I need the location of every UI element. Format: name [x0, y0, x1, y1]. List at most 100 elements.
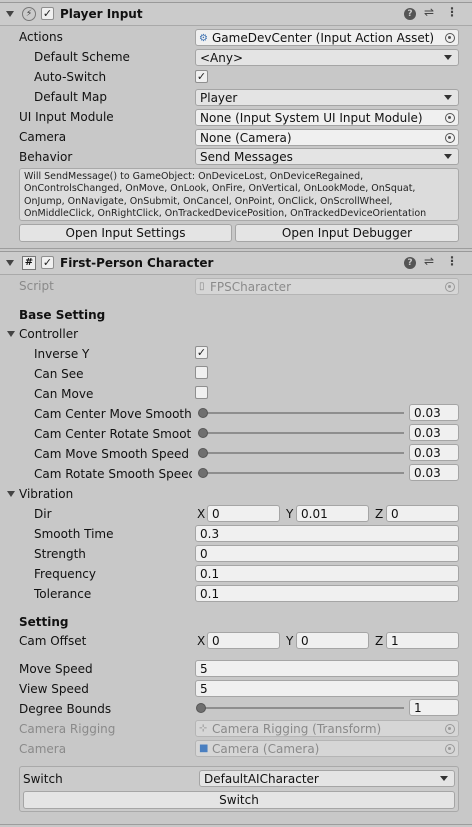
- dir-label: Dir: [34, 507, 52, 521]
- move-speed-label: Move Speed: [19, 662, 93, 676]
- tolerance-label: Tolerance: [34, 587, 92, 601]
- tolerance-field[interactable]: 0.1: [195, 585, 459, 602]
- chevron-down-icon: [444, 95, 452, 100]
- strength-field[interactable]: 0: [195, 545, 459, 562]
- slider-thumb[interactable]: [198, 468, 208, 478]
- switch-panel: Switch DefaultAICharacter Switch: [19, 766, 459, 812]
- switch-value: DefaultAICharacter: [204, 772, 319, 786]
- slider-value-field[interactable]: 0.03: [409, 444, 459, 461]
- degree-bounds-slider-track[interactable]: [199, 707, 404, 709]
- slider-value-field[interactable]: 0.03: [409, 464, 459, 481]
- script-label: Script: [19, 279, 54, 293]
- camera-field[interactable]: None (Camera): [195, 129, 459, 146]
- slider-track[interactable]: [203, 432, 404, 434]
- frequency-label: Frequency: [34, 567, 96, 581]
- slider-track[interactable]: [203, 452, 404, 454]
- send-message-help-box: Will SendMessage() to GameObject: OnDevi…: [19, 168, 459, 221]
- slider-track[interactable]: [203, 412, 404, 414]
- camera-label: Camera: [19, 130, 67, 144]
- behavior-value: Send Messages: [200, 150, 293, 164]
- dir-z-field[interactable]: 0: [386, 505, 459, 522]
- kebab-menu-icon[interactable]: ⋮: [446, 6, 458, 18]
- default-scheme-value: <Any>: [200, 51, 244, 65]
- base-setting-heading: Base Setting: [19, 308, 106, 322]
- player-input-header[interactable]: ⚡ ✓ Player Input ? ⇌ ⋮: [0, 2, 472, 26]
- smooth-time-label: Smooth Time: [34, 527, 114, 541]
- default-scheme-dropdown[interactable]: <Any>: [195, 49, 459, 66]
- sliders-icon[interactable]: ⇌: [424, 255, 434, 267]
- open-input-debugger-button[interactable]: Open Input Debugger: [235, 224, 459, 242]
- foldout-arrow-icon[interactable]: [7, 491, 15, 497]
- cam-offset-label: Cam Offset: [19, 634, 87, 648]
- ui-input-module-field[interactable]: None (Input System UI Input Module): [195, 109, 459, 126]
- cam-offset-z-field[interactable]: 1: [386, 632, 459, 649]
- lightning-icon: ⚡: [22, 7, 36, 21]
- ui-input-module-value: None (Input System UI Input Module): [200, 111, 423, 125]
- player-input-enabled-checkbox[interactable]: ✓: [41, 7, 54, 20]
- dir-y-field[interactable]: 0.01: [296, 505, 369, 522]
- help-icon[interactable]: ?: [404, 257, 416, 269]
- degree-bounds-slider-thumb[interactable]: [196, 703, 206, 713]
- fps-character-enabled-checkbox[interactable]: ✓: [41, 256, 54, 269]
- slider-thumb[interactable]: [198, 448, 208, 458]
- can-see-label: Can See: [34, 367, 84, 381]
- default-map-label: Default Map: [34, 90, 107, 104]
- slider-value-field[interactable]: 0.03: [409, 424, 459, 441]
- strength-label: Strength: [34, 547, 86, 561]
- open-input-settings-button[interactable]: Open Input Settings: [19, 224, 232, 242]
- slider-label: Cam Center Rotate Smooth S: [34, 427, 192, 441]
- slider-thumb[interactable]: [198, 408, 208, 418]
- foldout-arrow-icon[interactable]: [7, 331, 15, 337]
- chevron-down-icon: [444, 154, 452, 159]
- move-speed-field[interactable]: 5: [195, 660, 459, 677]
- controller-foldout-label[interactable]: Controller: [19, 327, 78, 341]
- chevron-down-icon: [444, 55, 452, 60]
- view-speed-field[interactable]: 5: [195, 680, 459, 697]
- behavior-dropdown[interactable]: Send Messages: [195, 148, 459, 165]
- kebab-menu-icon[interactable]: ⋮: [446, 255, 458, 267]
- actions-value: GameDevCenter (Input Action Asset): [212, 31, 435, 45]
- component-title: Player Input: [60, 7, 143, 21]
- chevron-down-icon: [440, 776, 448, 781]
- degree-bounds-field[interactable]: 1: [409, 699, 459, 716]
- object-picker-icon[interactable]: [445, 133, 455, 143]
- script-hash-icon: #: [22, 256, 36, 270]
- switch-label: Switch: [23, 772, 63, 786]
- auto-switch-checkbox[interactable]: ✓: [195, 70, 208, 83]
- camera-rigging-field: ⊹ Camera Rigging (Transform): [195, 720, 459, 737]
- switch-button[interactable]: Switch: [23, 791, 455, 809]
- fps-character-header[interactable]: # ✓ First-Person Character ? ⇌ ⋮: [0, 251, 472, 275]
- script-field: ▯ FPSCharacter: [195, 278, 459, 295]
- dir-y-axis-label: Y: [286, 507, 294, 521]
- dir-x-field[interactable]: 0: [207, 505, 280, 522]
- default-scheme-label: Default Scheme: [34, 50, 130, 64]
- camera-icon: ■: [199, 743, 209, 754]
- sliders-icon[interactable]: ⇌: [424, 6, 434, 18]
- slider-value-field[interactable]: 0.03: [409, 404, 459, 421]
- can-see-checkbox[interactable]: [195, 366, 208, 379]
- can-move-checkbox[interactable]: [195, 386, 208, 399]
- inverse-y-checkbox[interactable]: ✓: [195, 346, 208, 359]
- slider-track[interactable]: [203, 472, 404, 474]
- auto-switch-label: Auto-Switch: [34, 70, 107, 84]
- foldout-arrow-icon[interactable]: [6, 11, 14, 17]
- default-map-dropdown[interactable]: Player: [195, 89, 459, 106]
- actions-field[interactable]: ⚙ GameDevCenter (Input Action Asset): [195, 29, 459, 46]
- dir-z-axis-label: Z: [375, 507, 384, 521]
- slider-thumb[interactable]: [198, 428, 208, 438]
- camera-setting-label: Camera: [19, 742, 67, 756]
- switch-dropdown[interactable]: DefaultAICharacter: [199, 770, 455, 787]
- vibration-foldout-label[interactable]: Vibration: [19, 487, 73, 501]
- camera-value: None (Camera): [200, 131, 292, 145]
- smooth-time-field[interactable]: 0.3: [195, 525, 459, 542]
- cam-offset-y-field[interactable]: 0: [296, 632, 369, 649]
- cam-offset-x-field[interactable]: 0: [207, 632, 280, 649]
- object-picker-icon[interactable]: [445, 113, 455, 123]
- object-picker-icon[interactable]: [445, 33, 455, 43]
- cam-offset-x-axis-label: X: [197, 634, 206, 648]
- foldout-arrow-icon[interactable]: [6, 260, 14, 266]
- camera-setting-field: ■ Camera (Camera): [195, 740, 459, 757]
- script-file-icon: ▯: [199, 281, 205, 292]
- help-icon[interactable]: ?: [404, 8, 416, 20]
- frequency-field[interactable]: 0.1: [195, 565, 459, 582]
